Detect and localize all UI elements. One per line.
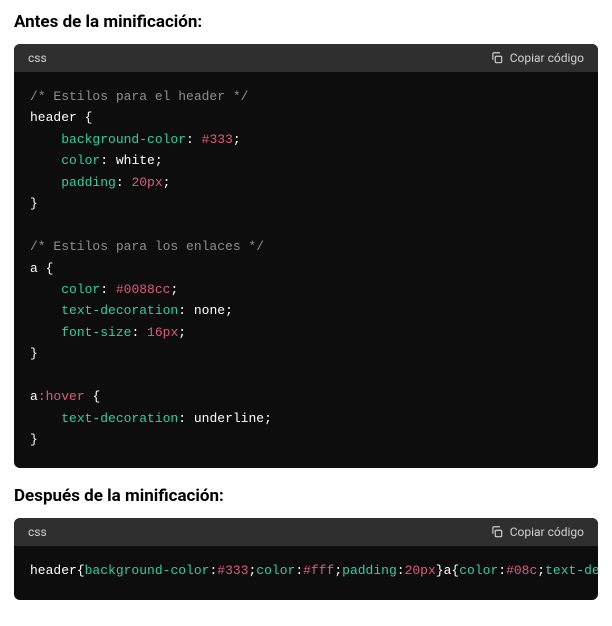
copy-label: Copiar código: [510, 51, 584, 65]
copy-label: Copiar código: [510, 525, 584, 539]
code-punct: :: [178, 303, 194, 318]
code-body-before: /* Estilos para el header */ header { ba…: [14, 72, 598, 468]
code-brace: }: [30, 346, 38, 361]
code-value: #0088cc: [116, 282, 171, 297]
code-selector: header: [30, 563, 77, 578]
code-punct: :: [116, 175, 132, 190]
codeblock-after: css Copiar código header{background-colo…: [14, 518, 598, 599]
code-punct: ;: [537, 563, 545, 578]
code-punct: :: [397, 563, 405, 578]
code-punct: :: [186, 132, 202, 147]
code-punct: ;: [155, 153, 163, 168]
code-brace: }: [30, 196, 38, 211]
code-punct: ;: [170, 282, 178, 297]
code-prop: color: [459, 563, 498, 578]
code-value: none: [194, 303, 225, 318]
codeblock-header: css Copiar código: [14, 44, 598, 72]
code-comment: /* Estilos para el header */: [30, 89, 248, 104]
code-punct: ;: [163, 175, 171, 190]
code-value: 20px: [405, 563, 436, 578]
code-value: 16px: [147, 325, 178, 340]
code-prop: color: [61, 153, 100, 168]
copy-icon: [490, 525, 504, 539]
code-prop: color: [61, 282, 100, 297]
code-comment: /* Estilos para los enlaces */: [30, 239, 264, 254]
code-prop: padding: [342, 563, 397, 578]
code-punct: :: [178, 411, 194, 426]
copy-icon: [490, 51, 504, 65]
code-prop: font-size: [61, 325, 131, 340]
codeblock-header: css Copiar código: [14, 518, 598, 546]
code-punct: ;: [233, 132, 241, 147]
code-value: underline: [194, 411, 264, 426]
code-punct: ;: [178, 325, 186, 340]
code-punct: :: [498, 563, 506, 578]
code-punct: :: [131, 325, 147, 340]
heading-after: Después de la minificación:: [14, 486, 598, 506]
code-prop: text-decoration: [61, 303, 178, 318]
code-punct: :: [100, 282, 116, 297]
code-brace: {: [85, 110, 93, 125]
code-punct: ;: [225, 303, 233, 318]
code-brace: }: [30, 432, 38, 447]
code-brace: {: [77, 563, 85, 578]
codeblock-lang: css: [28, 51, 47, 65]
code-value: #08c: [506, 563, 537, 578]
code-value: #333: [217, 563, 248, 578]
code-value: #333: [202, 132, 233, 147]
code-value: #fff: [303, 563, 334, 578]
copy-button[interactable]: Copiar código: [490, 525, 584, 539]
code-prop: background-color: [85, 563, 210, 578]
code-selector: a: [30, 389, 38, 404]
code-selector: a: [30, 261, 38, 276]
copy-button[interactable]: Copiar código: [490, 51, 584, 65]
code-pseudo: :hover: [38, 389, 85, 404]
code-selector: header: [30, 110, 77, 125]
code-body-after[interactable]: header{background-color:#333;color:#fff;…: [14, 546, 598, 599]
code-brace: {: [92, 389, 100, 404]
code-punct: ;: [334, 563, 342, 578]
code-prop: background-color: [61, 132, 186, 147]
codeblock-before: css Copiar código /* Estilos para el hea…: [14, 44, 598, 468]
code-punct: :: [295, 563, 303, 578]
code-value: 20px: [131, 175, 162, 190]
code-prop: color: [256, 563, 295, 578]
code-prop: text-decoration: [545, 563, 598, 578]
code-prop: padding: [61, 175, 116, 190]
codeblock-lang: css: [28, 525, 47, 539]
code-punct: ;: [264, 411, 272, 426]
code-prop: text-decoration: [61, 411, 178, 426]
heading-before: Antes de la minificación:: [14, 12, 598, 32]
code-brace: {: [46, 261, 54, 276]
code-punct: :: [100, 153, 116, 168]
code-value: white: [116, 153, 155, 168]
code-brace: }: [436, 563, 444, 578]
